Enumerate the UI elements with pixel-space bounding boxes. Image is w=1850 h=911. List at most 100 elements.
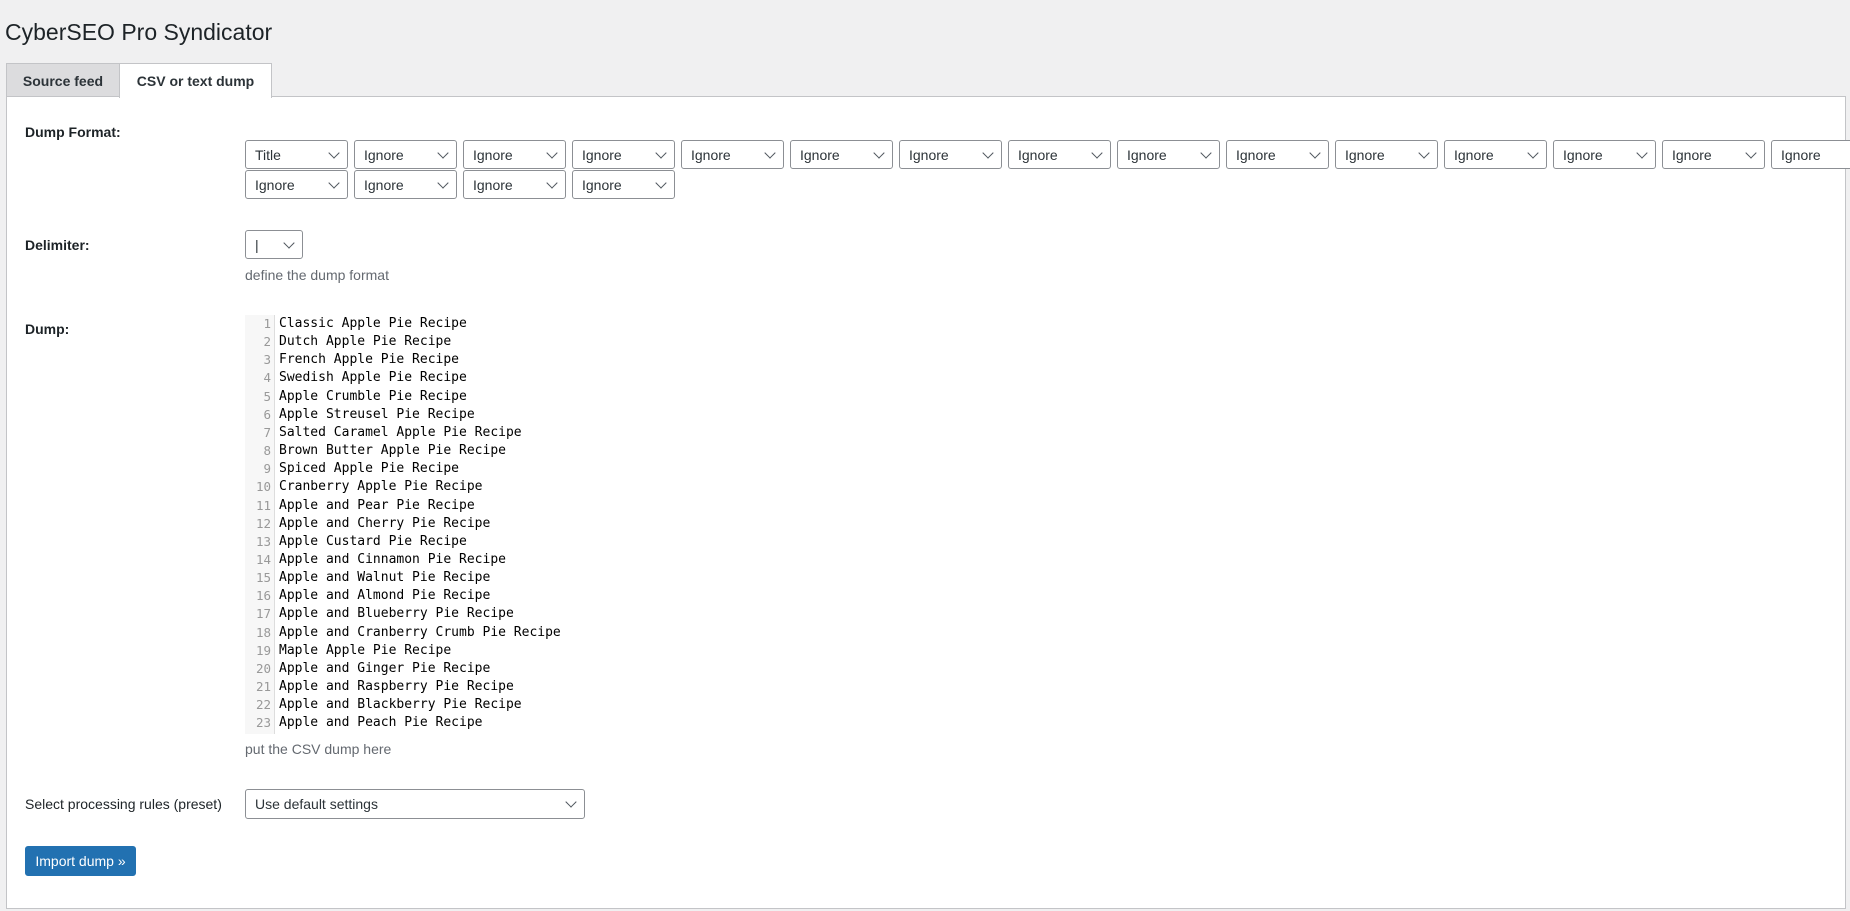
line-text: Apple Crumble Pie Recipe [279,388,467,404]
line-text: Maple Apple Pie Recipe [279,642,452,658]
chevron-down-icon [546,147,558,159]
chevron-down-icon [328,177,340,189]
dump-format-column-select[interactable]: Title [245,140,348,169]
line-number: 18 [255,624,271,640]
dump-format-label: Dump Format: [25,124,121,140]
column-value: Ignore [1345,146,1385,163]
line-number: 12 [255,515,271,531]
chevron-down-icon [1745,147,1757,159]
line-text: Cranberry Apple Pie Recipe [279,479,483,495]
line-number: 19 [255,642,271,658]
line-text: Apple and Blueberry Pie Recipe [279,606,514,622]
dump-format-column-select[interactable]: Ignore [354,140,457,169]
chevron-down-icon [1636,147,1648,159]
column-value: Ignore [1236,146,1276,163]
column-value: Ignore [364,176,404,193]
import-dump-button[interactable]: Import dump » [25,846,136,876]
dump-line: 7 Salted Caramel Apple Pie Recipe [245,424,521,442]
line-number: 10 [255,479,271,495]
dump-format-column-select[interactable]: Ignore [1553,140,1656,169]
page-title: CyberSEO Pro Syndicator [5,19,273,45]
tab-csv-dump[interactable]: CSV or text dump [119,63,272,98]
dump-format-column-select[interactable]: Ignore [1117,140,1220,169]
dump-format-column-select[interactable]: Ignore [790,140,893,169]
dump-line: 18 Apple and Cranberry Crumb Pie Recipe [245,624,561,642]
dump-format-column-select[interactable]: Ignore [1335,140,1438,169]
line-text: Apple and Blackberry Pie Recipe [279,697,522,713]
chevron-down-icon [655,177,667,189]
dump-format-column-select[interactable]: Ignore [1008,140,1111,169]
dump-line: 9 Spiced Apple Pie Recipe [245,460,459,478]
column-value: Ignore [473,146,513,163]
dump-format-column-select[interactable]: Ignore [354,170,457,199]
preset-select[interactable]: Use default settings [245,789,585,819]
dump-format-column-select[interactable]: Ignore [899,140,1002,169]
dump-format-column-select[interactable]: Ignore [681,140,784,169]
line-number: 7 [263,424,271,440]
line-number: 9 [263,461,271,477]
column-value: Ignore [255,176,295,193]
dump-label: Dump: [25,321,70,337]
dump-line: 8 Brown Butter Apple Pie Recipe [245,442,506,460]
dump-line: 3 French Apple Pie Recipe [245,351,459,369]
column-value: Title [255,146,281,163]
dump-format-column-select[interactable]: Ignore [572,170,675,199]
column-value: Ignore [473,176,513,193]
chevron-down-icon [437,177,449,189]
chevron-down-icon [1200,147,1212,159]
chevron-down-icon [565,796,577,808]
line-number: 15 [255,570,271,586]
dump-line: 19 Maple Apple Pie Recipe [245,642,451,660]
column-value: Ignore [691,146,731,163]
line-number: 23 [255,715,271,731]
dump-line: 5 Apple Crumble Pie Recipe [245,388,466,406]
dump-line: 6 Apple Streusel Pie Recipe [245,406,474,424]
column-value: Ignore [1781,146,1821,163]
line-text: French Apple Pie Recipe [279,352,460,368]
dump-format-column-select[interactable]: Ignore [1226,140,1329,169]
dump-format-column-select[interactable]: Ignore [1771,140,1850,169]
chevron-down-icon [437,147,449,159]
column-value: Ignore [1672,146,1712,163]
chevron-down-icon [655,147,667,159]
dump-line: 2 Dutch Apple Pie Recipe [245,333,451,351]
column-value: Ignore [1127,146,1167,163]
line-text: Salted Caramel Apple Pie Recipe [279,424,522,440]
line-number: 11 [255,497,271,513]
chevron-down-icon [1527,147,1539,159]
dump-line: 10 Cranberry Apple Pie Recipe [245,478,483,496]
dump-line: 22 Apple and Blackberry Pie Recipe [245,696,522,714]
delimiter-select[interactable]: | [245,230,303,259]
csv-dump-panel: Dump Format: Title Ignore Ignore Ignore Igno… [6,96,1850,909]
line-number: 16 [255,588,271,604]
line-number: 14 [255,551,271,567]
column-value: Ignore [1563,146,1603,163]
dump-line: 11 Apple and Pear Pie Recipe [245,497,475,515]
dump-format-column-select[interactable]: Ignore [1662,140,1765,169]
column-value: Ignore [1018,146,1058,163]
dump-line: 16 Apple and Almond Pie Recipe [245,587,490,605]
dump-format-column-select[interactable]: Ignore [463,140,566,169]
line-text: Apple and Walnut Pie Recipe [279,570,491,586]
dump-line: 13 Apple Custard Pie Recipe [245,533,467,551]
dump-line: 1 Classic Apple Pie Recipe [245,315,466,333]
chevron-down-icon [982,147,994,159]
tab-source-feed[interactable]: Source feed [6,63,120,97]
delimiter-value: | [255,236,259,253]
dump-format-column-select[interactable]: Ignore [1444,140,1547,169]
dump-line: 20 Apple and Ginger Pie Recipe [245,660,490,678]
dump-editor[interactable]: 1 Classic Apple Pie Recipe 2 Dutch Apple Pi… [245,315,645,734]
dump-line: 17 Apple and Blueberry Pie Recipe [245,605,514,623]
line-number: 6 [263,406,271,422]
dump-line: 4 Swedish Apple Pie Recipe [245,369,466,387]
preset-value: Use default settings [255,796,378,812]
line-number: 4 [263,370,271,386]
line-text: Apple and Ginger Pie Recipe [279,660,491,676]
chevron-down-icon [283,237,295,249]
dump-format-column-select[interactable]: Ignore [572,140,675,169]
line-text: Spiced Apple Pie Recipe [279,461,460,477]
dump-format-column-select[interactable]: Ignore [245,170,348,199]
dump-line: 23 Apple and Peach Pie Recipe [245,714,483,732]
line-number: 20 [255,660,271,676]
dump-format-column-select[interactable]: Ignore [463,170,566,199]
